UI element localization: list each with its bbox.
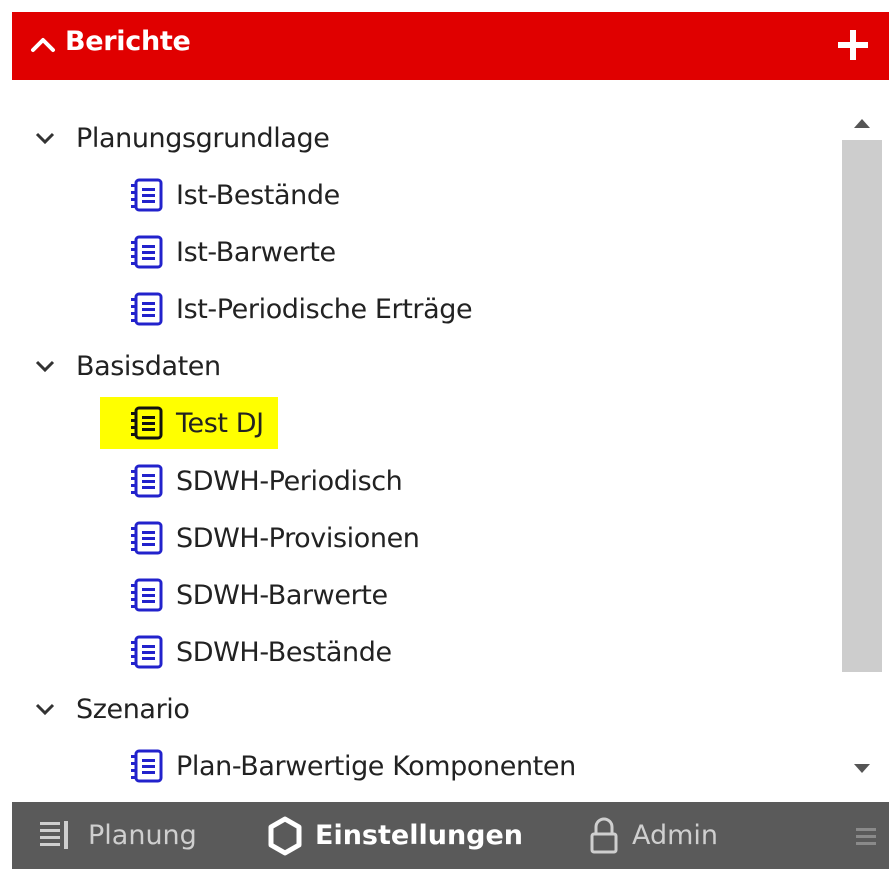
nav-planung[interactable]: Planung: [38, 802, 197, 869]
tree-item-label: SDWH-Provisionen: [176, 522, 420, 554]
tree-group-basisdaten[interactable]: Basisdaten: [34, 338, 221, 394]
vertical-scrollbar[interactable]: [842, 80, 882, 800]
gear-icon: [268, 816, 302, 855]
report-icon: [131, 578, 163, 612]
report-tree: Planungsgrundlage Ist-Bestände Ist-Barwe…: [12, 80, 842, 802]
scroll-down-arrow-icon[interactable]: [842, 748, 882, 788]
chevron-up-icon[interactable]: [28, 30, 58, 60]
tree-item-label: Ist-Periodische Erträge: [176, 293, 473, 325]
report-icon: [131, 406, 163, 440]
tree-item[interactable]: SDWH-Provisionen: [130, 510, 420, 566]
tree-item-label: Test DJ: [176, 407, 264, 439]
nav-admin[interactable]: Admin: [586, 802, 718, 869]
tree-item[interactable]: SDWH-Bestände: [130, 624, 392, 680]
menu-button[interactable]: [854, 802, 889, 869]
menu-icon: [856, 827, 876, 845]
add-report-button[interactable]: [836, 28, 870, 62]
tree-group-label: Szenario: [76, 693, 190, 725]
tree-item-label: Ist-Bestände: [176, 179, 340, 211]
tree-item-label: SDWH-Barwerte: [176, 579, 388, 611]
report-icon: [131, 749, 163, 783]
bottom-nav: Planung Einstellungen Admin: [12, 802, 889, 869]
berichte-panel: Berichte Planungsgrundlage Ist-Bestände …: [12, 12, 889, 869]
chevron-down-icon[interactable]: [34, 127, 56, 149]
report-icon: [131, 521, 163, 555]
nav-einstellungen-label: Einstellungen: [315, 820, 524, 851]
nav-planung-label: Planung: [88, 820, 197, 851]
chevron-down-icon[interactable]: [34, 355, 56, 377]
scrollbar-thumb[interactable]: [842, 140, 882, 672]
tree-group-planungsgrundlage[interactable]: Planungsgrundlage: [34, 110, 330, 166]
tree-item[interactable]: Ist-Periodische Erträge: [130, 281, 473, 337]
tree-item-label: SDWH-Bestände: [176, 636, 392, 668]
nav-admin-label: Admin: [632, 820, 719, 851]
tree-item[interactable]: Ist-Barwerte: [130, 224, 336, 280]
tree-item[interactable]: SDWH-Barwerte: [130, 567, 388, 623]
list-lines-icon: [40, 820, 68, 849]
tree-item[interactable]: Ist-Bestände: [130, 167, 340, 223]
nav-einstellungen[interactable]: Einstellungen: [265, 802, 523, 869]
report-icon: [131, 235, 163, 269]
panel-title: Berichte: [65, 26, 191, 57]
tree-item-label: Ist-Barwerte: [176, 236, 336, 268]
tree-item-label: Plan-Barwertige Komponenten: [176, 750, 576, 782]
tree-group-label: Basisdaten: [76, 350, 221, 382]
tree-item[interactable]: SDWH-Periodisch: [130, 453, 403, 509]
tree-item[interactable]: Plan-Barwertige Komponenten: [130, 738, 576, 794]
panel-header: Berichte: [12, 12, 889, 80]
tree-item-highlighted[interactable]: Test DJ: [100, 397, 278, 449]
report-icon: [131, 292, 163, 326]
chevron-down-icon[interactable]: [34, 698, 56, 720]
tree-group-szenario[interactable]: Szenario: [34, 681, 190, 737]
tree-group-label: Planungsgrundlage: [76, 122, 330, 154]
tree-item-label: SDWH-Periodisch: [176, 465, 403, 497]
report-icon: [131, 464, 163, 498]
report-icon: [131, 178, 163, 212]
report-icon: [131, 635, 163, 669]
lock-icon: [590, 817, 618, 853]
scroll-up-arrow-icon[interactable]: [842, 104, 882, 144]
